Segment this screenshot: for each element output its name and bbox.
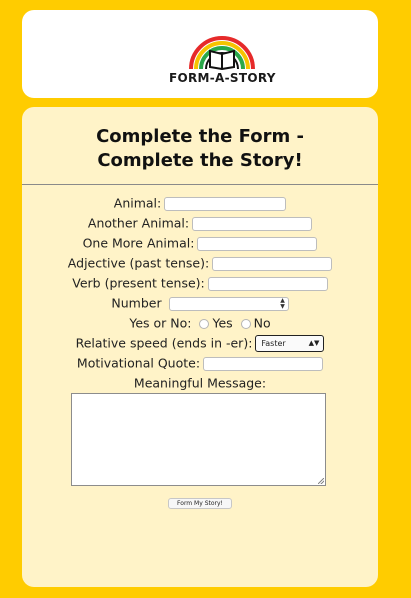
number-row: Number ▲ ▼ bbox=[22, 293, 378, 313]
number-label: Number bbox=[111, 295, 162, 311]
quote-row: Motivational Quote: bbox=[22, 353, 378, 373]
one-more-animal-label: One More Animal: bbox=[82, 235, 195, 251]
message-label: Meaningful Message: bbox=[133, 375, 267, 391]
number-spinner[interactable]: ▲ ▼ bbox=[279, 297, 287, 310]
another-animal-row: Another Animal: bbox=[22, 213, 378, 233]
yes-no-row: Yes or No: Yes No bbox=[22, 313, 378, 333]
message-row: Meaningful Message: bbox=[22, 373, 378, 393]
yes-no-label: Yes or No: bbox=[129, 315, 192, 331]
yes-radio[interactable] bbox=[199, 318, 210, 329]
relative-speed-value: Faster bbox=[261, 339, 286, 348]
adjective-row: Adjective (past tense): bbox=[22, 253, 378, 273]
adjective-label: Adjective (past tense): bbox=[67, 255, 210, 271]
relative-speed-row: Relative speed (ends in -er): Faster ▲▼ bbox=[22, 333, 378, 353]
message-textarea[interactable] bbox=[71, 393, 326, 486]
animal-input[interactable] bbox=[164, 196, 287, 211]
form-title-line-2: Complete the Story! bbox=[97, 150, 303, 171]
rainbow-book-icon bbox=[189, 36, 255, 70]
verb-label: Verb (present tense): bbox=[72, 275, 205, 291]
resize-grip-icon[interactable] bbox=[318, 478, 324, 484]
title-divider bbox=[22, 184, 378, 185]
no-radio[interactable] bbox=[240, 318, 251, 329]
one-more-animal-input[interactable] bbox=[197, 236, 318, 251]
form-title-line-1: Complete the Form - bbox=[96, 126, 304, 147]
adjective-input[interactable] bbox=[212, 256, 333, 271]
quote-input[interactable] bbox=[203, 356, 324, 371]
select-updown-icon: ▲▼ bbox=[308, 339, 320, 347]
relative-speed-select[interactable]: Faster ▲▼ bbox=[255, 335, 325, 352]
logo: FORM-A-STORY bbox=[169, 36, 275, 88]
header-card: FORM-A-STORY bbox=[22, 10, 378, 98]
verb-input[interactable] bbox=[207, 276, 328, 291]
verb-row: Verb (present tense): bbox=[22, 273, 378, 293]
quote-label: Motivational Quote: bbox=[76, 355, 201, 371]
no-option-label: No bbox=[253, 315, 271, 331]
form-title: Complete the Form - Complete the Story! bbox=[22, 125, 378, 173]
story-form: Complete the Form - Complete the Story! … bbox=[22, 107, 378, 587]
another-animal-input[interactable] bbox=[192, 216, 313, 231]
number-input[interactable]: ▲ ▼ bbox=[168, 296, 289, 311]
yes-option-label: Yes bbox=[212, 315, 233, 331]
one-more-animal-row: One More Animal: bbox=[22, 233, 378, 253]
form-my-story-button[interactable]: Form My Story! bbox=[168, 498, 232, 509]
relative-speed-label: Relative speed (ends in -er): bbox=[75, 335, 253, 351]
animal-row: Animal: bbox=[22, 193, 378, 213]
animal-label: Animal: bbox=[113, 195, 162, 211]
another-animal-label: Another Animal: bbox=[87, 215, 190, 231]
logo-text: FORM-A-STORY bbox=[169, 71, 276, 85]
